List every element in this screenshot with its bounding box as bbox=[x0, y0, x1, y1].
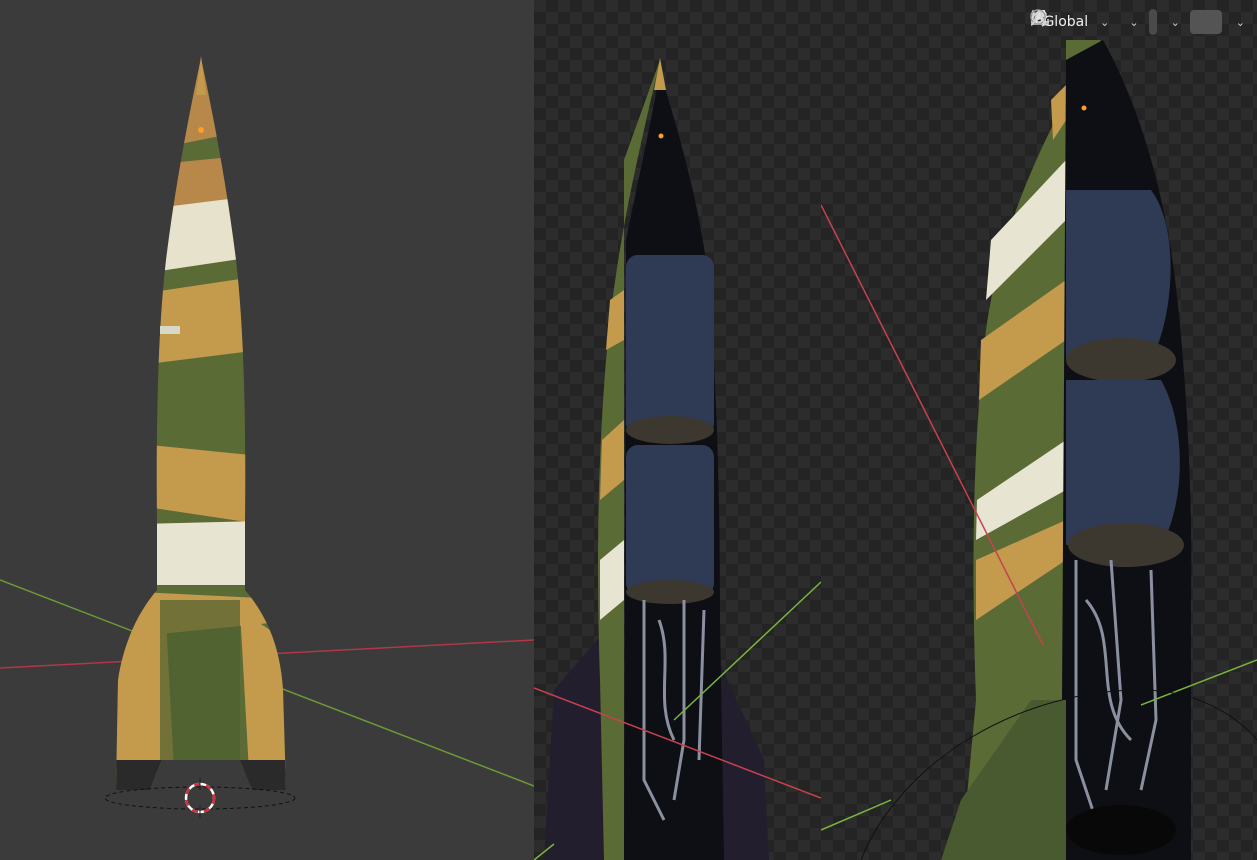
viewport-textured[interactable] bbox=[0, 0, 534, 860]
rocket-render-right bbox=[821, 40, 1257, 860]
base-ellipse bbox=[104, 786, 296, 810]
object-origin-dot bbox=[658, 133, 664, 139]
rocket-render-middle bbox=[534, 58, 821, 860]
proportional-falloff-dropdown[interactable]: ⌄ bbox=[1031, 9, 1249, 35]
viewport-cutaway-front[interactable] bbox=[534, 0, 821, 860]
pivot-point-dropdown[interactable]: ⌄ bbox=[1031, 9, 1142, 35]
object-origin-dot bbox=[1081, 105, 1087, 111]
object-origin-dot bbox=[198, 127, 204, 133]
rocket-render-left bbox=[0, 56, 534, 818]
snap-target-dropdown[interactable]: ⌄ bbox=[1031, 9, 1184, 35]
proportional-edit-toggle[interactable] bbox=[1030, 9, 1222, 34]
chevron-down-icon: ⌄ bbox=[1100, 15, 1110, 29]
serial-plate bbox=[160, 326, 180, 334]
y-axis-line bbox=[821, 799, 892, 831]
chevron-down-icon: ⌄ bbox=[1170, 15, 1180, 29]
viewport-cutaway-closeup[interactable]: Global ⌄ ⌄ ⌄ ⌄ bbox=[821, 0, 1257, 860]
viewport-header: Global ⌄ ⌄ ⌄ ⌄ bbox=[1029, 8, 1249, 36]
chevron-down-icon: ⌄ bbox=[1129, 15, 1139, 29]
3d-cursor-icon bbox=[184, 778, 216, 818]
chevron-down-icon: ⌄ bbox=[1235, 15, 1245, 29]
snap-toggle[interactable] bbox=[1032, 9, 1157, 35]
